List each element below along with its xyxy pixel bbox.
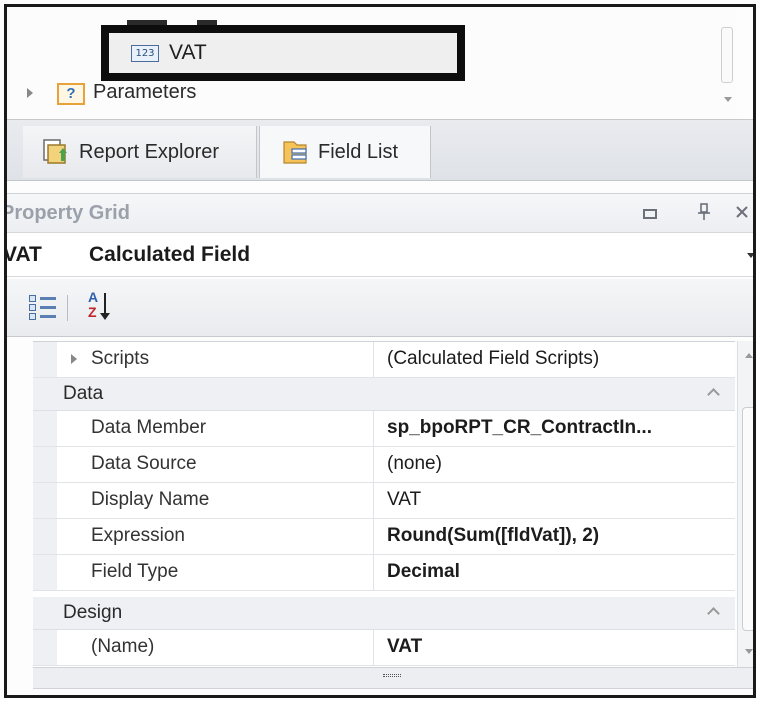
property-row-data-source[interactable]: Data Source (none) (33, 447, 735, 483)
scroll-down-icon[interactable] (724, 97, 732, 102)
number-123-icon: 123 (131, 45, 159, 62)
scroll-up-icon[interactable] (745, 353, 753, 358)
chevron-down-icon[interactable] (747, 253, 753, 258)
tab-label: Report Explorer (79, 140, 220, 163)
tree-node-vat[interactable]: 123 VAT (101, 25, 465, 81)
property-grid-scrollbar[interactable] (737, 341, 753, 667)
property-value[interactable]: VAT (387, 636, 727, 658)
property-value[interactable]: (Calculated Field Scripts) (387, 348, 727, 370)
property-value[interactable]: VAT (387, 489, 727, 511)
property-value[interactable]: (none) (387, 453, 727, 475)
panel-tabs: Report Explorer Field List (7, 119, 753, 181)
property-name: Data Member (91, 417, 207, 438)
category-label: Data (63, 383, 104, 404)
selected-object-name: VAT (4, 243, 42, 266)
property-name: Field Type (91, 561, 179, 582)
scrollbar-thumb[interactable] (721, 27, 733, 83)
description-splitter[interactable] (33, 667, 753, 689)
property-value[interactable]: sp_bpoRPT_CR_ContractIn... (387, 417, 727, 439)
property-name: Scripts (91, 348, 150, 369)
property-value[interactable]: Decimal (387, 561, 727, 583)
property-name: (Name) (91, 636, 155, 657)
tree-node-label: VAT (169, 41, 207, 64)
property-grid-header: Property Grid (4, 193, 753, 233)
category-row-data[interactable]: Data (33, 378, 735, 411)
restore-icon[interactable] (643, 209, 657, 219)
tab-report-explorer[interactable]: Report Explorer (23, 126, 257, 178)
category-label: Design (63, 602, 123, 623)
property-row-expression[interactable]: Expression Round(Sum([fldVat]), 2) (33, 519, 735, 555)
tree-node-label: Parameters (93, 81, 197, 103)
property-grid-table: Scripts (Calculated Field Scripts) Data … (33, 341, 735, 667)
scrollbar-thumb[interactable] (742, 407, 753, 631)
category-row-design[interactable]: Design (33, 597, 735, 630)
alphabetical-sort-icon[interactable]: A Z (87, 289, 117, 325)
selected-object-type: Calculated Field (89, 243, 251, 266)
splitter-grip-icon[interactable] (383, 674, 401, 677)
field-list-icon (280, 137, 310, 167)
property-grid-toolbar: A Z (7, 279, 753, 337)
property-row-display-name[interactable]: Display Name VAT (33, 483, 735, 519)
property-value[interactable]: Round(Sum([fldVat]), 2) (387, 525, 727, 547)
designer-window: 123 VAT ? Parameters Report Explorer Fie… (4, 4, 756, 698)
expand-arrow-icon[interactable] (71, 354, 77, 364)
chevron-up-icon[interactable] (707, 388, 720, 401)
close-icon[interactable] (735, 203, 749, 224)
property-name: Expression (91, 525, 185, 546)
property-row-name[interactable]: (Name) VAT (33, 630, 735, 666)
property-name: Display Name (91, 489, 210, 510)
chevron-up-icon[interactable] (707, 607, 720, 620)
scroll-down-icon[interactable] (745, 649, 753, 654)
property-row-data-member[interactable]: Data Member sp_bpoRPT_CR_ContractIn... (33, 411, 735, 447)
question-icon: ? (57, 83, 85, 105)
property-row-scripts[interactable]: Scripts (Calculated Field Scripts) (33, 342, 735, 378)
object-selector[interactable]: VAT Calculated Field (4, 233, 753, 277)
tree-node-parameters[interactable]: ? Parameters (27, 79, 327, 105)
pin-icon[interactable] (697, 203, 711, 226)
tree-scrollbar[interactable] (719, 27, 735, 107)
property-name: Data Source (91, 453, 197, 474)
sort-z-glyph: Z (88, 304, 97, 320)
property-row-field-type[interactable]: Field Type Decimal (33, 555, 735, 591)
tab-label: Field List (318, 140, 399, 163)
tab-field-list[interactable]: Field List (259, 126, 431, 178)
sort-a-glyph: A (88, 289, 99, 305)
panel-title: Property Grid (4, 202, 130, 224)
field-list-tree: 123 VAT ? Parameters (7, 7, 737, 119)
report-explorer-icon (41, 137, 71, 167)
toolbar-separator (67, 295, 68, 321)
expand-arrow-icon[interactable] (27, 88, 33, 98)
categorized-icon[interactable] (29, 293, 59, 323)
